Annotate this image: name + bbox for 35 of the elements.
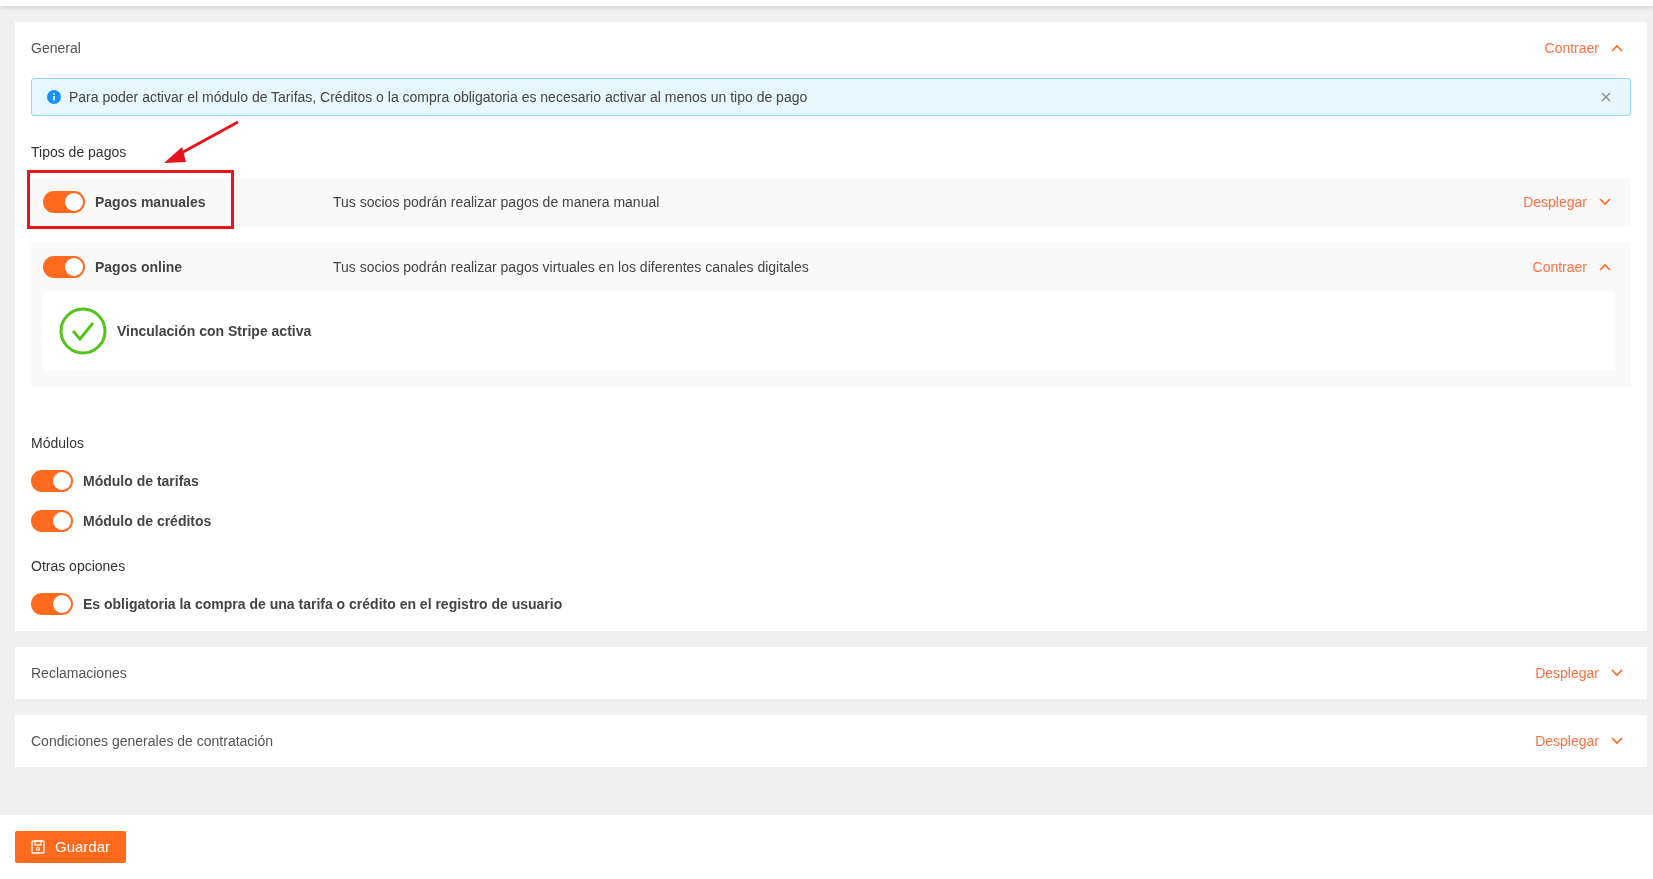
status-text: Vinculación con Stripe activa: [117, 321, 312, 341]
option-label: Pagos manuales: [95, 192, 206, 212]
section-title: Condiciones generales de contratación: [31, 731, 274, 751]
expand-toggle-link[interactable]: Desplegar: [1535, 662, 1623, 684]
save-button[interactable]: Guardar: [15, 831, 127, 863]
chevron-down-icon: [1599, 198, 1611, 206]
group-heading: Tipos de pagos: [31, 143, 128, 162]
alert-message: Para poder activar el módulo de Tarifas, Créditos o la compra obligatoria es necesario activar al menos un tipo de pago: [69, 87, 809, 107]
toggle-switch[interactable]: [31, 510, 73, 532]
chevron-down-icon: [1611, 669, 1623, 677]
section-title: General: [31, 38, 81, 58]
chevron-up-icon: [1599, 263, 1611, 271]
group-heading: Otras opciones: [31, 557, 127, 576]
option-label: Módulo de tarifas: [83, 471, 199, 491]
option-description: Tus socios podrán realizar pagos de manera manual: [333, 192, 661, 212]
group-heading: Módulos: [31, 434, 85, 453]
section-title: Reclamaciones: [31, 663, 127, 683]
option-label: Es obligatoria la compra de una tarifa o crédito en el registro de usuario: [83, 594, 563, 614]
close-icon[interactable]: [1601, 92, 1611, 102]
option-label: Pagos online: [95, 257, 183, 277]
toggle-switch[interactable]: [43, 256, 85, 278]
chevron-up-icon: [1611, 44, 1623, 52]
toggle-switch[interactable]: [43, 191, 85, 213]
chevron-down-icon: [1611, 737, 1623, 745]
save-icon: [31, 840, 45, 854]
expand-toggle-link[interactable]: Desplegar: [1523, 191, 1611, 213]
expand-toggle-link[interactable]: Contraer: [1544, 37, 1623, 59]
option-label: Módulo de créditos: [83, 511, 212, 531]
option-description: Tus socios podrán realizar pagos virtuales en los diferentes canales digitales: [333, 257, 810, 277]
expand-toggle-link[interactable]: Contraer: [1532, 256, 1611, 278]
toggle-switch[interactable]: [31, 593, 73, 615]
expand-toggle-link[interactable]: Desplegar: [1535, 730, 1623, 752]
check-circle-icon: [59, 307, 107, 355]
toggle-switch[interactable]: [31, 470, 73, 492]
info-icon: [47, 90, 61, 104]
